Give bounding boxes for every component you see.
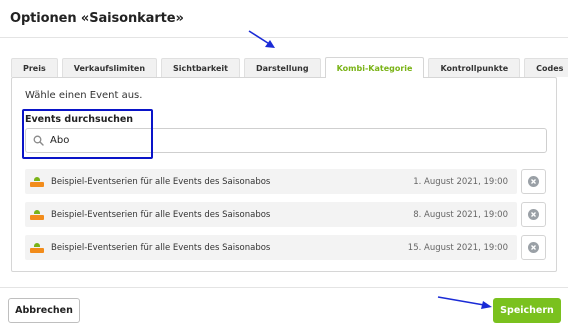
search-label: Events durchsuchen bbox=[25, 114, 134, 125]
remove-event-button[interactable] bbox=[521, 202, 546, 227]
event-row[interactable]: Beispiel-Eventserien für alle Events des… bbox=[25, 235, 517, 260]
save-button[interactable]: Speichern bbox=[493, 298, 561, 323]
event-date: 1. August 2021, 19:00 bbox=[413, 176, 508, 187]
search-input[interactable] bbox=[50, 130, 530, 151]
event-name: Beispiel-Eventserien für alle Events des… bbox=[51, 242, 271, 253]
event-row[interactable]: Beispiel-Eventserien für alle Events des… bbox=[25, 202, 517, 227]
event-row[interactable]: Beispiel-Eventserien für alle Events des… bbox=[25, 169, 517, 194]
annotation-arrow-icon bbox=[248, 30, 275, 48]
tab-darstellung[interactable]: Darstellung bbox=[243, 58, 321, 77]
event-name: Beispiel-Eventserien für alle Events des… bbox=[51, 209, 271, 220]
search-field[interactable] bbox=[25, 128, 547, 153]
tab-preis[interactable]: Preis bbox=[11, 58, 58, 77]
event-date: 15. August 2021, 19:00 bbox=[407, 242, 508, 253]
remove-event-button[interactable] bbox=[521, 169, 546, 194]
close-icon bbox=[528, 242, 539, 253]
cancel-button[interactable]: Abbrechen bbox=[8, 298, 80, 323]
event-date: 8. August 2021, 19:00 bbox=[413, 209, 508, 220]
title-divider bbox=[0, 37, 568, 38]
tab-bar: Preis Verkaufslimiten Sichtbarkeit Darst… bbox=[11, 57, 568, 78]
tab-verkaufslimiten[interactable]: Verkaufslimiten bbox=[61, 58, 158, 77]
close-icon bbox=[528, 209, 539, 220]
tab-kombi-kategorie[interactable]: Kombi-Kategorie bbox=[324, 57, 425, 78]
event-logo-icon bbox=[29, 173, 45, 190]
kombi-kategorie-panel: Wähle einen Event aus. Events durchsuche… bbox=[11, 77, 557, 272]
annotation-arrow-icon bbox=[437, 296, 492, 309]
footer-divider bbox=[0, 287, 568, 288]
tab-kontrollpunkte[interactable]: Kontrollpunkte bbox=[428, 58, 521, 77]
tab-sichtbarkeit[interactable]: Sichtbarkeit bbox=[161, 58, 240, 77]
event-name: Beispiel-Eventserien für alle Events des… bbox=[51, 176, 271, 187]
instruction-text: Wähle einen Event aus. bbox=[25, 90, 143, 101]
event-logo-icon bbox=[29, 206, 45, 223]
remove-event-button[interactable] bbox=[521, 235, 546, 260]
close-icon bbox=[528, 176, 539, 187]
dialog-title: Optionen «Saisonkarte» bbox=[10, 11, 184, 26]
search-icon bbox=[26, 129, 50, 152]
tab-codes[interactable]: Codes bbox=[524, 58, 568, 77]
event-logo-icon bbox=[29, 239, 45, 256]
